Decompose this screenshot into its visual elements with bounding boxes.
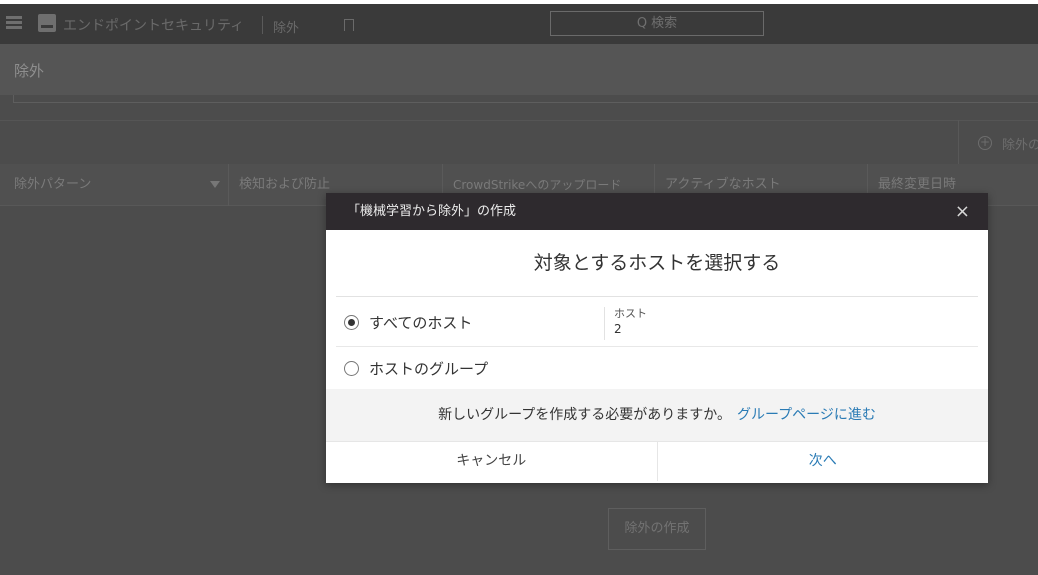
dialog-footer: キャンセル 次へ — [326, 441, 988, 481]
radio-all-hosts[interactable] — [344, 315, 359, 330]
host-count-value: 2 — [614, 322, 622, 336]
divider — [0, 120, 1038, 121]
page-title: 除外 — [14, 62, 45, 80]
close-icon[interactable]: × — [955, 193, 970, 230]
dialog-header: 「機械学習から除外」の作成 × — [326, 193, 988, 230]
option-label: ホストのグループ — [369, 360, 489, 378]
search-input[interactable]: Q 検索 — [550, 11, 764, 36]
cancel-button[interactable]: キャンセル — [326, 442, 658, 481]
option-all-hosts[interactable]: すべてのホスト ホスト 2 — [336, 297, 978, 347]
app-title: エンドポイントセキュリティ — [63, 18, 245, 34]
app-icon — [38, 14, 56, 32]
host-count-label: ホスト — [614, 307, 647, 320]
filter-box[interactable] — [13, 95, 1038, 103]
hamburger-menu-icon[interactable] — [6, 16, 22, 30]
next-button[interactable]: 次へ — [658, 442, 989, 481]
add-exclusion-label: 除外の — [1002, 138, 1038, 153]
breadcrumb: 除外 — [273, 21, 300, 36]
top-bar: エンドポイントセキュリティ 除外 Q 検索 — [0, 0, 1038, 44]
title-divider — [262, 16, 263, 34]
create-group-note: 新しいグループを作成する必要がありますか。 グループページに進む — [326, 389, 988, 441]
add-exclusion-button[interactable]: + 除外の — [958, 120, 1038, 164]
dialog-subtitle: 対象とするホストを選択する — [336, 230, 978, 297]
radio-host-groups[interactable] — [344, 361, 359, 376]
create-exclusion-dialog: 「機械学習から除外」の作成 × 対象とするホストを選択する すべてのホスト ホス… — [326, 193, 988, 483]
option-host-groups[interactable]: ホストのグループ — [336, 347, 978, 389]
bookmark-icon[interactable] — [344, 19, 354, 31]
create-exclusion-button[interactable]: 除外の作成 — [608, 508, 706, 550]
column-header[interactable]: 除外パターン — [0, 164, 228, 206]
divider — [604, 307, 605, 340]
dialog-title: 「機械学習から除外」の作成 — [347, 204, 517, 219]
group-page-link[interactable]: グループページに進む — [737, 407, 876, 423]
note-text: 新しいグループを作成する必要がありますか。 — [438, 407, 731, 423]
page-header: 除外 — [0, 44, 1038, 95]
plus-circle-icon: + — [978, 135, 992, 150]
sort-down-icon[interactable] — [210, 181, 220, 188]
option-label: すべてのホスト — [369, 314, 473, 332]
